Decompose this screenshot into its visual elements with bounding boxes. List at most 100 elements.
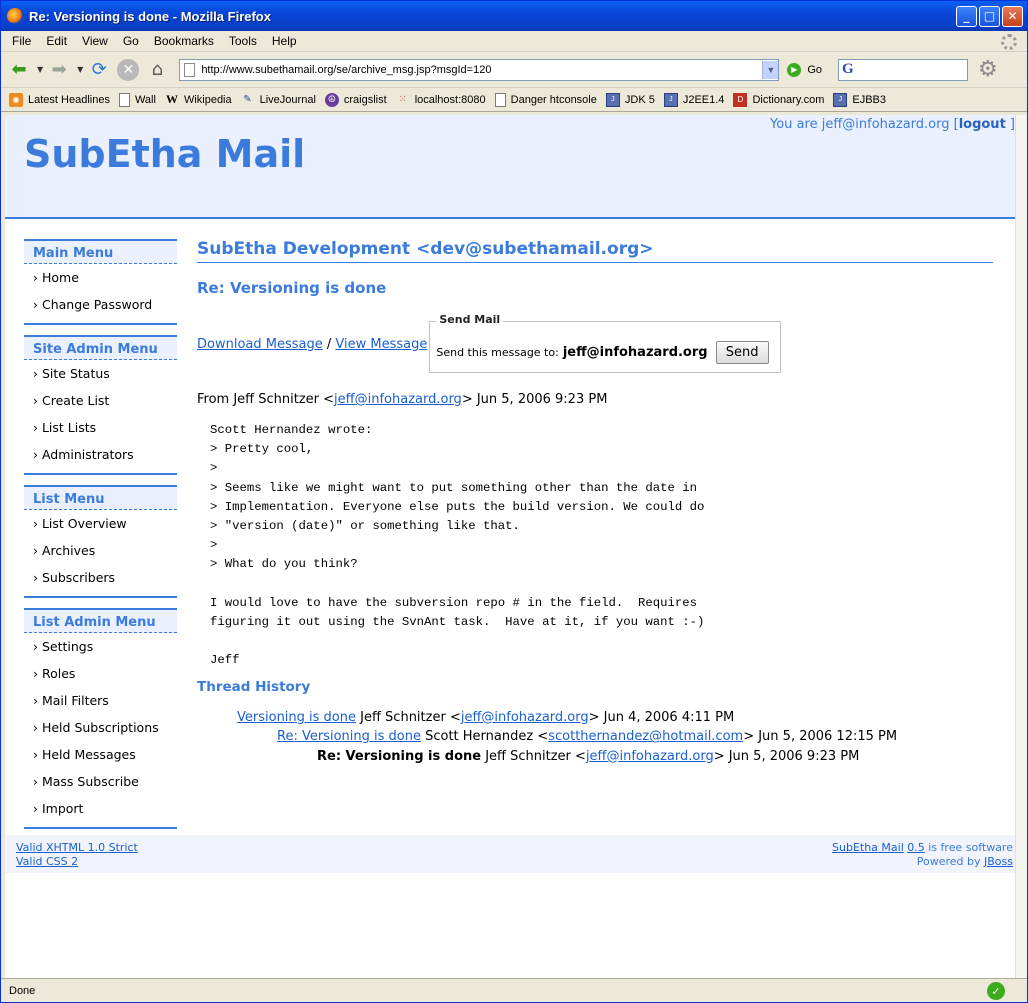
thread-item: Versioning is done Jeff Schnitzer <jeff@…: [197, 710, 993, 730]
list-admin-menu-heading: List Admin Menu: [24, 608, 177, 633]
thread-date: > Jun 4, 2006 4:11 PM: [588, 709, 735, 725]
site-logo[interactable]: SubEtha Mail: [24, 132, 305, 176]
valid-css-link[interactable]: Valid CSS 2: [16, 855, 78, 868]
thread-email-link[interactable]: jeff@infohazard.org: [461, 710, 589, 725]
sidebar-item-administrators[interactable]: › Administrators: [33, 442, 177, 469]
subetha-mail-link[interactable]: SubEtha Mail: [832, 841, 904, 854]
user-info: You are jeff@infohazard.org [logout ]: [770, 117, 1015, 132]
forward-history-dropdown-icon[interactable]: ▼: [77, 65, 83, 74]
bookmark-label: Latest Headlines: [28, 93, 110, 106]
version-link[interactable]: 0.5: [907, 841, 925, 854]
throbber-icon: [1001, 34, 1017, 50]
sidebar-item-list-overview[interactable]: › List Overview: [33, 511, 177, 538]
bookmark-ejb3[interactable]: J EJBB3: [833, 92, 887, 107]
go-button[interactable]: ▶ Go: [787, 62, 822, 77]
send-mail-fieldset: Send Mail Send this message to: jeff@inf…: [429, 313, 782, 373]
sidebar-item-held-subscriptions[interactable]: › Held Subscriptions: [33, 715, 177, 742]
thread-subject-link[interactable]: Re: Versioning is done: [277, 729, 421, 744]
sidebar-item-subscribers[interactable]: › Subscribers: [33, 565, 177, 592]
thread-current-subject: Re: Versioning is done: [317, 748, 482, 764]
bookmark-label: localhost:8080: [414, 93, 486, 106]
forward-arrow-icon[interactable]: ➡: [47, 58, 71, 82]
menu-edit[interactable]: Edit: [46, 34, 67, 48]
sidebar-item-import[interactable]: › Import: [33, 796, 177, 823]
go-label: Go: [807, 63, 822, 76]
thread-email-link[interactable]: jeff@infohazard.org: [586, 749, 714, 764]
url-text[interactable]: http://www.subethamail.org/se/archive_ms…: [201, 64, 762, 76]
valid-xhtml-link[interactable]: Valid XHTML 1.0 Strict: [16, 841, 138, 854]
title-bar[interactable]: Re: Versioning is done - Mozilla Firefox…: [1, 1, 1027, 31]
bookmark-danger-htconsole[interactable]: Danger htconsole: [494, 92, 597, 107]
vertical-scrollbar[interactable]: [1015, 115, 1027, 978]
close-button[interactable]: ✕: [1002, 5, 1023, 27]
sidebar-item-mass-subscribe[interactable]: › Mass Subscribe: [33, 769, 177, 796]
bookmark-wall[interactable]: Wall: [118, 92, 156, 107]
thread-date: > Jun 5, 2006 9:23 PM: [713, 748, 860, 764]
bookmark-wikipedia[interactable]: W Wikipedia: [165, 92, 232, 107]
bookmark-label: Wall: [134, 93, 156, 106]
peace-icon: ☮: [324, 92, 339, 107]
menu-bookmarks[interactable]: Bookmarks: [154, 34, 214, 48]
list-menu-heading: List Menu: [24, 485, 177, 510]
bookmark-livejournal[interactable]: ✎ LiveJournal: [241, 93, 315, 107]
sidebar-item-list-lists[interactable]: › List Lists: [33, 415, 177, 442]
thread-email-link[interactable]: scotthernandez@hotmail.com: [548, 729, 743, 744]
jboss-link[interactable]: JBoss: [984, 855, 1013, 868]
stop-icon[interactable]: ✕: [117, 58, 140, 81]
thread-item: Re: Versioning is done Scott Hernandez <…: [197, 729, 993, 749]
send-to-address: jeff@infohazard.org: [562, 345, 708, 360]
search-input[interactable]: G: [838, 58, 968, 81]
message-subject: Re: Versioning is done: [197, 279, 387, 297]
menu-help[interactable]: Help: [272, 34, 297, 48]
download-message-link[interactable]: Download Message: [197, 337, 323, 352]
sidebar-item-archives[interactable]: › Archives: [33, 538, 177, 565]
bookmark-localhost[interactable]: ⁙ localhost:8080: [396, 93, 486, 107]
reload-icon[interactable]: ⟳: [87, 58, 111, 82]
sidebar-item-roles[interactable]: › Roles: [33, 661, 177, 688]
sidebar-item-held-messages[interactable]: › Held Messages: [33, 742, 177, 769]
url-dropdown-icon[interactable]: ▼: [762, 60, 779, 79]
menu-go[interactable]: Go: [123, 34, 139, 48]
send-button[interactable]: Send: [715, 341, 769, 364]
sidebar-item-settings[interactable]: › Settings: [33, 634, 177, 661]
java-doc-icon: J: [833, 92, 848, 107]
minimize-button[interactable]: _: [956, 5, 977, 27]
sidebar-item-site-status[interactable]: › Site Status: [33, 361, 177, 388]
logout-link[interactable]: logout: [959, 117, 1006, 132]
page-icon: [184, 62, 196, 77]
spinner-icon: ⁙: [398, 94, 407, 105]
firefox-icon: [7, 8, 23, 24]
bookmark-label: EJBB3: [852, 93, 887, 106]
menu-file[interactable]: File: [12, 34, 31, 48]
home-icon[interactable]: ⌂: [145, 58, 169, 82]
back-history-dropdown-icon[interactable]: ▼: [37, 65, 43, 74]
sidebar-item-home[interactable]: › Home: [33, 265, 177, 292]
from-prefix: From Jeff Schnitzer <: [197, 392, 335, 407]
url-bar[interactable]: http://www.subethamail.org/se/archive_ms…: [179, 58, 780, 81]
thread-subject-link[interactable]: Versioning is done: [237, 710, 356, 725]
bookmarks-toolbar: ◉ Latest Headlines Wall W Wikipedia ✎ LiveJ…: [1, 88, 1027, 112]
view-message-link[interactable]: View Message: [335, 337, 427, 352]
rss-icon: ◉: [9, 92, 23, 107]
site-header: SubEtha Mail You are jeff@infohazard.org…: [5, 115, 1015, 219]
wikipedia-icon: W: [165, 92, 178, 106]
back-arrow-icon[interactable]: ⬅: [7, 58, 31, 82]
bookmark-dictionary[interactable]: D Dictionary.com: [733, 92, 824, 107]
menu-tools[interactable]: Tools: [229, 34, 257, 48]
main-menu-heading: Main Menu: [24, 239, 177, 264]
sidebar-item-change-password[interactable]: › Change Password: [33, 292, 177, 319]
bookmark-craigslist[interactable]: ☮ craigslist: [324, 92, 387, 107]
gear-icon[interactable]: ⚙: [978, 57, 998, 82]
google-icon[interactable]: G: [842, 61, 854, 78]
bookmark-jdk5[interactable]: J JDK 5: [605, 92, 655, 107]
menu-view[interactable]: View: [82, 34, 108, 48]
sidebar-item-mail-filters[interactable]: › Mail Filters: [33, 688, 177, 715]
sidebar-item-create-list[interactable]: › Create List: [33, 388, 177, 415]
from-email-link[interactable]: jeff@infohazard.org: [334, 392, 462, 407]
thread-author: Jeff Schnitzer <: [481, 748, 586, 764]
bookmark-label: craigslist: [343, 93, 387, 106]
bookmark-j2ee[interactable]: J J2EE1.4: [663, 92, 724, 107]
bookmark-latest-headlines[interactable]: ◉ Latest Headlines: [9, 92, 110, 107]
navigation-toolbar: ⬅ ▼ ➡ ▼ ⟳ ✕ ⌂ http://www.subethamail.org…: [1, 52, 1027, 88]
maximize-button[interactable]: □: [979, 5, 1000, 27]
